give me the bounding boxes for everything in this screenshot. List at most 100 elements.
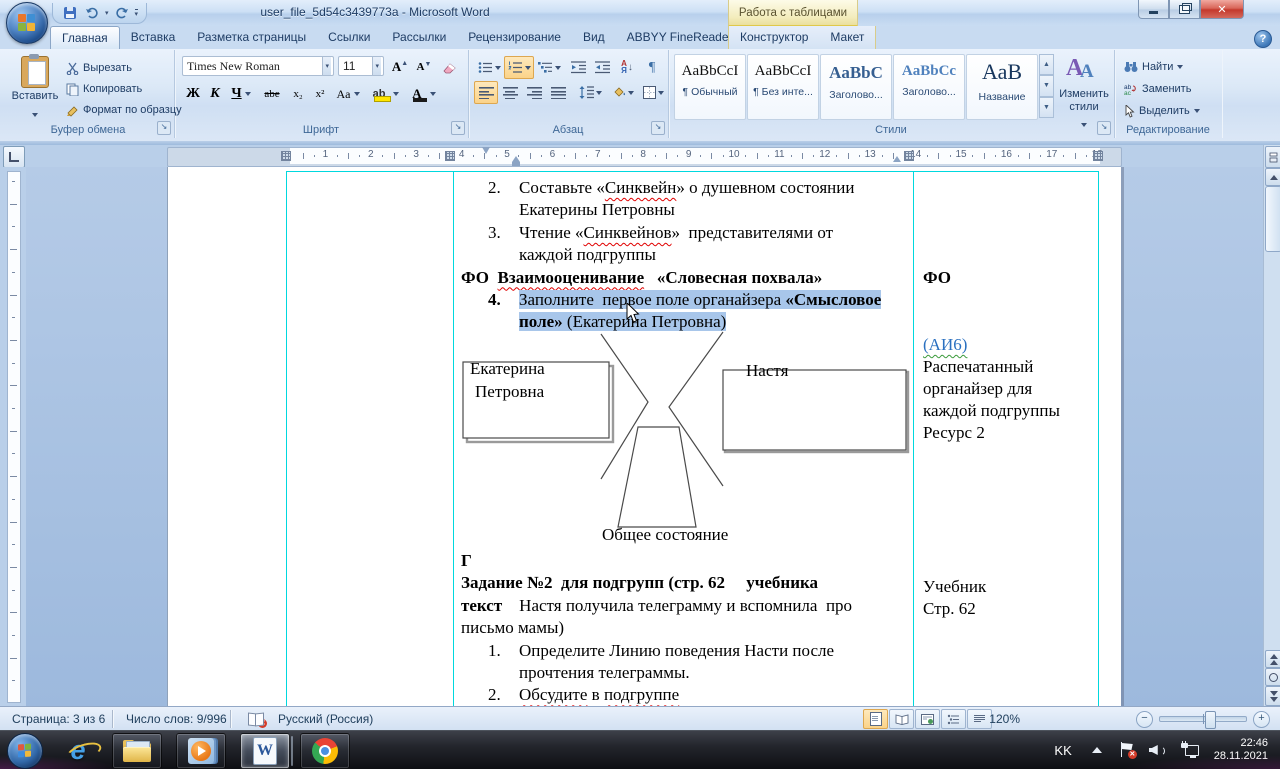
paragraph-dialog-launcher[interactable]: ↘ (651, 121, 665, 135)
strikethrough-button[interactable]: abe (258, 82, 286, 106)
styles-scroll-down[interactable]: ▼ (1039, 75, 1054, 96)
horizontal-ruler[interactable]: 123456789101112131415161718 (0, 145, 1280, 167)
tab-view[interactable]: Вид (572, 26, 616, 49)
previous-page-button[interactable] (1265, 650, 1280, 668)
font-dialog-launcher[interactable]: ↘ (451, 121, 465, 135)
table-column-marker[interactable] (445, 151, 455, 161)
taskbar-chrome[interactable] (300, 733, 350, 769)
select-button[interactable]: Выделить (1124, 101, 1200, 121)
table-column-marker[interactable] (281, 151, 291, 161)
print-layout-view-button[interactable] (863, 709, 888, 729)
network-icon[interactable] (1181, 743, 1199, 758)
zoom-slider-thumb[interactable] (1205, 711, 1216, 729)
bullets-button[interactable] (474, 56, 504, 79)
change-case-button[interactable]: Aa (332, 82, 364, 106)
tab-insert[interactable]: Вставка (120, 26, 187, 49)
right-indent-marker[interactable] (893, 156, 901, 162)
fullscreen-reading-view-button[interactable] (889, 709, 914, 729)
outline-view-button[interactable] (941, 709, 966, 729)
close-button[interactable]: ✕ (1200, 0, 1244, 19)
shading-button[interactable] (608, 81, 638, 104)
minimize-button[interactable] (1138, 0, 1169, 19)
superscript-button[interactable]: x² (308, 82, 332, 106)
action-center-flag-icon[interactable]: ✕ (1120, 742, 1134, 758)
styles-gallery-expand[interactable]: ▼ (1039, 97, 1054, 118)
align-right-button[interactable] (522, 81, 546, 104)
scroll-up-button[interactable] (1265, 168, 1280, 186)
undo-dropdown[interactable]: ▾ (105, 10, 109, 17)
sort-button[interactable]: АЯ ↓ (614, 56, 640, 79)
underline-button[interactable]: Ч (226, 82, 256, 106)
multilevel-list-button[interactable] (534, 56, 564, 79)
style-normal[interactable]: AaBbCcI ¶ Обычный (674, 54, 746, 120)
help-button[interactable]: ? (1254, 30, 1272, 48)
bold-button[interactable]: Ж (182, 82, 204, 106)
keyboard-language-indicator[interactable]: KK (1044, 743, 1081, 758)
tab-table-layout[interactable]: Макет (819, 26, 875, 49)
align-left-button[interactable] (474, 81, 498, 104)
start-button[interactable] (7, 733, 43, 769)
shrink-font-button[interactable]: A▼ (412, 56, 436, 78)
tab-stop-selector[interactable] (3, 146, 25, 168)
word-count[interactable]: Число слов: 9/996 (116, 707, 237, 731)
zoom-out-button[interactable]: − (1136, 711, 1153, 728)
font-family-combo[interactable]: Times New Roman▾ (182, 56, 334, 76)
style-heading2[interactable]: AaBbCc Заголово... (893, 54, 965, 120)
restore-button[interactable] (1169, 0, 1200, 19)
align-center-button[interactable] (498, 81, 522, 104)
browse-object-button[interactable] (1265, 668, 1280, 686)
tab-table-design[interactable]: Конструктор (729, 26, 819, 49)
find-button[interactable]: Найти (1124, 57, 1183, 77)
first-line-indent-marker[interactable] (482, 147, 490, 154)
numbering-button[interactable] (504, 56, 534, 79)
show-marks-button[interactable]: ¶ (640, 56, 664, 79)
clipboard-dialog-launcher[interactable]: ↘ (157, 121, 171, 135)
taskbar-ie[interactable]: e (58, 734, 98, 767)
italic-button[interactable]: К (204, 82, 226, 106)
qat-customize-button[interactable]: ▾ (135, 9, 139, 18)
grow-font-button[interactable]: A▲ (388, 56, 412, 78)
document-page[interactable]: 2.Составьте «Синквейн» о душевном состоя… (167, 167, 1121, 706)
justify-button[interactable] (546, 81, 570, 104)
tab-mailings[interactable]: Рассылки (381, 26, 457, 49)
ruler-toggle-button[interactable] (1265, 146, 1280, 168)
tray-clock[interactable]: 22:46 28.11.2021 (1206, 737, 1280, 763)
language-indicator[interactable]: Русский (Россия) (278, 712, 373, 726)
table-column-marker[interactable] (1093, 151, 1103, 161)
style-title[interactable]: АаВ Название (966, 54, 1038, 120)
organizer-diagram[interactable]: Екатерина Петровна Настя Общее состояние (456, 331, 916, 552)
web-layout-view-button[interactable] (915, 709, 940, 729)
zoom-level[interactable]: 120% (979, 707, 1030, 731)
tab-references[interactable]: Ссылки (317, 26, 381, 49)
undo-button[interactable] (83, 5, 101, 21)
replace-button[interactable]: abac Заменить (1124, 79, 1191, 99)
tab-review[interactable]: Рецензирование (457, 26, 572, 49)
style-heading1[interactable]: AaBbC Заголово... (820, 54, 892, 120)
page-indicator[interactable]: Страница: 3 из 6 (2, 707, 115, 731)
paste-button[interactable]: Вставить (8, 54, 62, 120)
volume-icon[interactable] (1149, 743, 1167, 757)
styles-scroll-up[interactable]: ▲ (1039, 54, 1054, 75)
decrease-indent-button[interactable] (566, 56, 590, 79)
hidden-icons-chevron[interactable] (1092, 747, 1102, 753)
vertical-ruler[interactable] (0, 167, 26, 706)
taskbar-explorer[interactable] (112, 733, 162, 769)
increase-indent-button[interactable] (590, 56, 614, 79)
tab-home[interactable]: Главная (50, 26, 120, 49)
styles-dialog-launcher[interactable]: ↘ (1097, 121, 1111, 135)
tab-page-layout[interactable]: Разметка страницы (186, 26, 317, 49)
proofing-status[interactable]: ✕ Русский (Россия) (238, 707, 383, 731)
subscript-button[interactable]: x₂ (286, 82, 310, 106)
font-color-button[interactable]: А (406, 82, 442, 106)
line-spacing-button[interactable] (574, 81, 606, 104)
change-styles-button[interactable]: A A Изменить стили (1058, 54, 1110, 120)
left-indent-marker[interactable] (512, 162, 520, 166)
text-highlight-button[interactable]: ab (368, 82, 404, 106)
format-painter-button[interactable]: Формат по образцу (66, 100, 182, 120)
font-size-combo[interactable]: 11▾ (338, 56, 384, 76)
zoom-slider-track[interactable] (1159, 716, 1247, 722)
copy-button[interactable]: Копировать (66, 79, 142, 99)
table-column-marker[interactable] (904, 151, 914, 161)
borders-button[interactable] (638, 81, 668, 104)
scrollbar-thumb[interactable] (1265, 186, 1280, 252)
